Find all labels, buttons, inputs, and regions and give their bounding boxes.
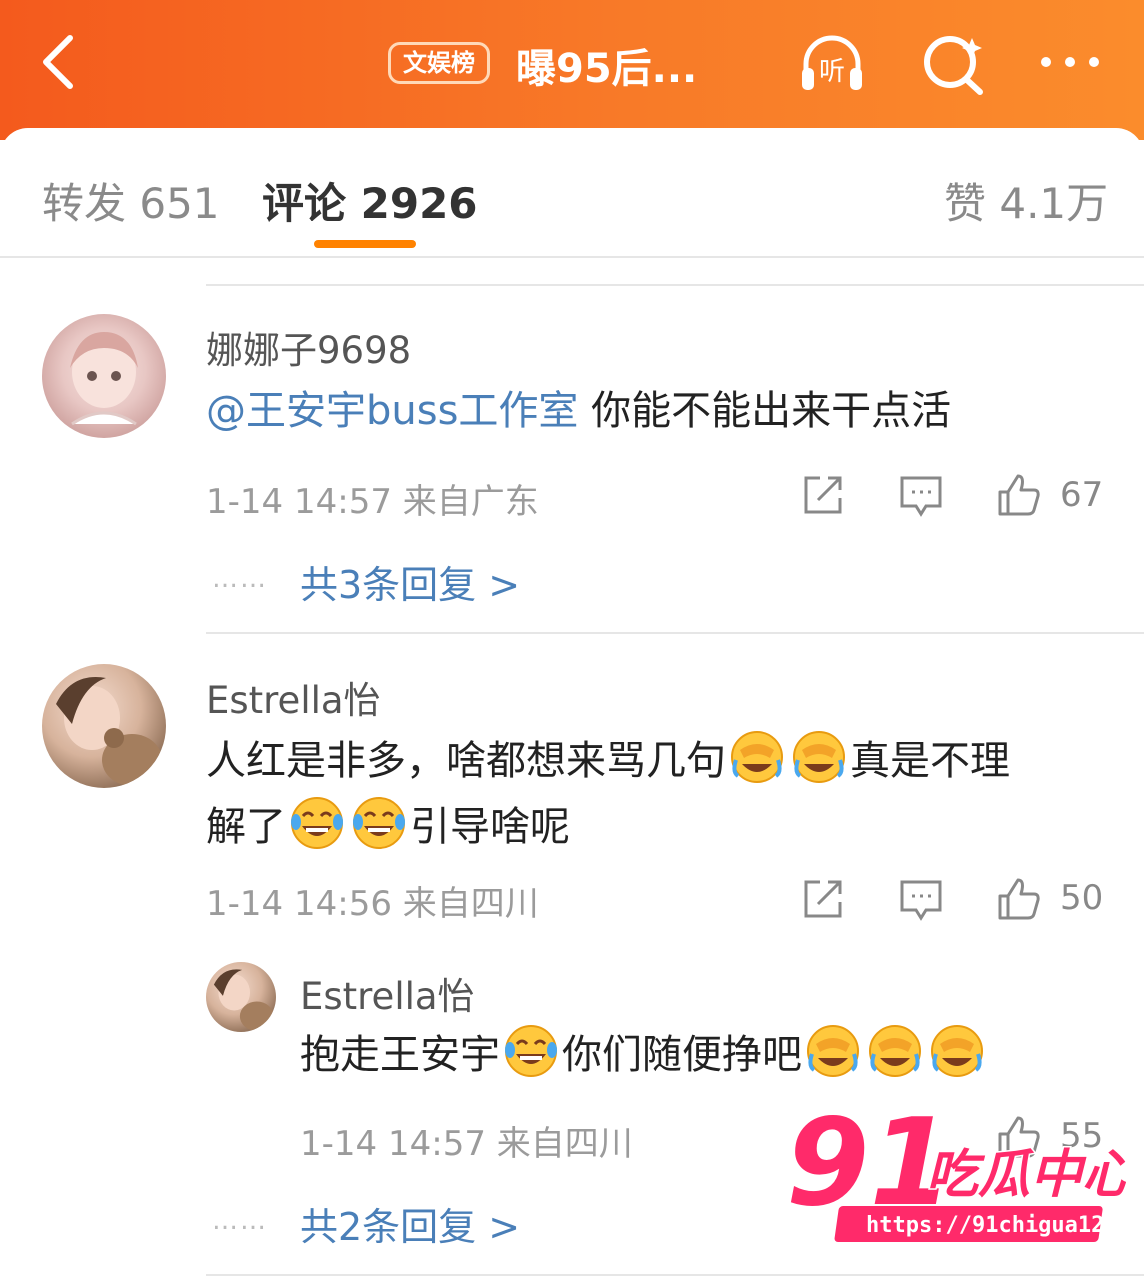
more-icon[interactable]	[1034, 28, 1106, 100]
reply-time: 1-14 14:57	[300, 1124, 486, 1164]
facepalm-laugh-emoji-icon	[931, 1025, 983, 1077]
tab-reposts[interactable]: 转发 651	[42, 170, 220, 231]
comment-body: 引导啥呢	[410, 804, 570, 850]
facepalm-laugh-emoji-icon	[731, 731, 783, 783]
avatar[interactable]	[42, 314, 166, 438]
back-arrow-icon[interactable]	[32, 30, 92, 90]
comment-body: 解了	[206, 804, 286, 850]
facepalm-laugh-emoji-icon	[807, 1025, 859, 1077]
comment-divider	[206, 284, 1144, 286]
view-replies-link[interactable]: 共3条回复 >	[300, 554, 520, 609]
tab-likes[interactable]: 赞 4.1万	[944, 170, 1108, 231]
comment-time: 1-14 14:56	[206, 884, 392, 924]
comment-time: 1-14 14:57	[206, 482, 392, 522]
mention-link[interactable]: @王安宇buss工作室	[206, 388, 578, 434]
tears-of-joy-emoji-icon	[353, 797, 405, 849]
reply-body: 抱走王安宇	[300, 1032, 500, 1078]
reply-body: 你们随便挣吧	[562, 1032, 802, 1078]
comment-username[interactable]: 娜娜子9698	[206, 320, 411, 374]
tears-of-joy-emoji-icon	[505, 1025, 557, 1077]
listen-headphones-icon[interactable]: 听	[796, 28, 868, 100]
reply-comment-icon[interactable]	[898, 474, 944, 520]
reply-username[interactable]: Estrella怡	[300, 966, 475, 1020]
view-replies-link[interactable]: 共2条回复 >	[300, 1196, 520, 1251]
like-icon[interactable]	[996, 876, 1042, 922]
reply-meta: 1-14 14:57 来自四川	[300, 1116, 633, 1165]
svg-text:听: 听	[819, 57, 845, 87]
share-icon[interactable]	[800, 876, 846, 922]
avatar-photo-icon	[56, 677, 162, 786]
reply-location: 来自四川	[496, 1124, 633, 1164]
comment-location: 来自四川	[402, 884, 539, 924]
comment-text: @王安宇buss工作室 你能不能出来干点活	[206, 378, 951, 444]
like-count: 50	[1060, 878, 1104, 918]
comment-username[interactable]: Estrella怡	[206, 670, 381, 724]
search-icon[interactable]	[918, 28, 990, 100]
comment-meta: 1-14 14:56 来自四川	[206, 876, 539, 925]
share-icon[interactable]	[800, 472, 846, 518]
avatar-illustration-icon	[70, 332, 138, 426]
avatar[interactable]	[206, 962, 276, 1032]
tab-comments[interactable]: 评论 2926	[262, 170, 478, 231]
facepalm-laugh-emoji-icon	[793, 731, 845, 783]
replies-dots: ……	[212, 1206, 268, 1236]
active-tab-indicator	[314, 240, 416, 248]
like-icon[interactable]	[996, 472, 1042, 518]
reply-comment-icon[interactable]	[898, 878, 944, 924]
comment-divider	[206, 632, 1144, 634]
comment-meta: 1-14 14:57 来自广东	[206, 474, 539, 523]
avatar[interactable]	[42, 664, 166, 788]
topic-badge[interactable]: 文娱榜	[388, 42, 490, 84]
replies-dots: ……	[212, 564, 268, 594]
avatar-photo-icon	[213, 969, 274, 1031]
comment-body: 真是不理	[850, 738, 1010, 784]
reply-text: 抱走王安宇 你们随便挣吧	[300, 1022, 988, 1088]
svg-text:吃瓜中心: 吃瓜中心	[926, 1145, 1126, 1205]
page-title: 曝95后...	[516, 46, 698, 92]
svg-text:https://91chigua12.com: https://91chigua12.com	[866, 1213, 1126, 1238]
tears-of-joy-emoji-icon	[291, 797, 343, 849]
comment-text: 人红是非多，啥都想来骂几句 真是不理解了 引导啥呢	[206, 728, 1106, 860]
comment-body: 人红是非多，啥都想来骂几句	[206, 738, 726, 784]
like-count: 67	[1060, 475, 1104, 515]
watermark-logo: 91 吃瓜中心 https://91chigua12.com	[786, 1100, 1126, 1242]
comment-location: 来自广东	[402, 482, 539, 522]
comment-body: 你能不能出来干点活	[578, 388, 952, 434]
facepalm-laugh-emoji-icon	[869, 1025, 921, 1077]
tab-divider	[0, 256, 1144, 258]
comment-divider	[206, 1274, 1144, 1276]
